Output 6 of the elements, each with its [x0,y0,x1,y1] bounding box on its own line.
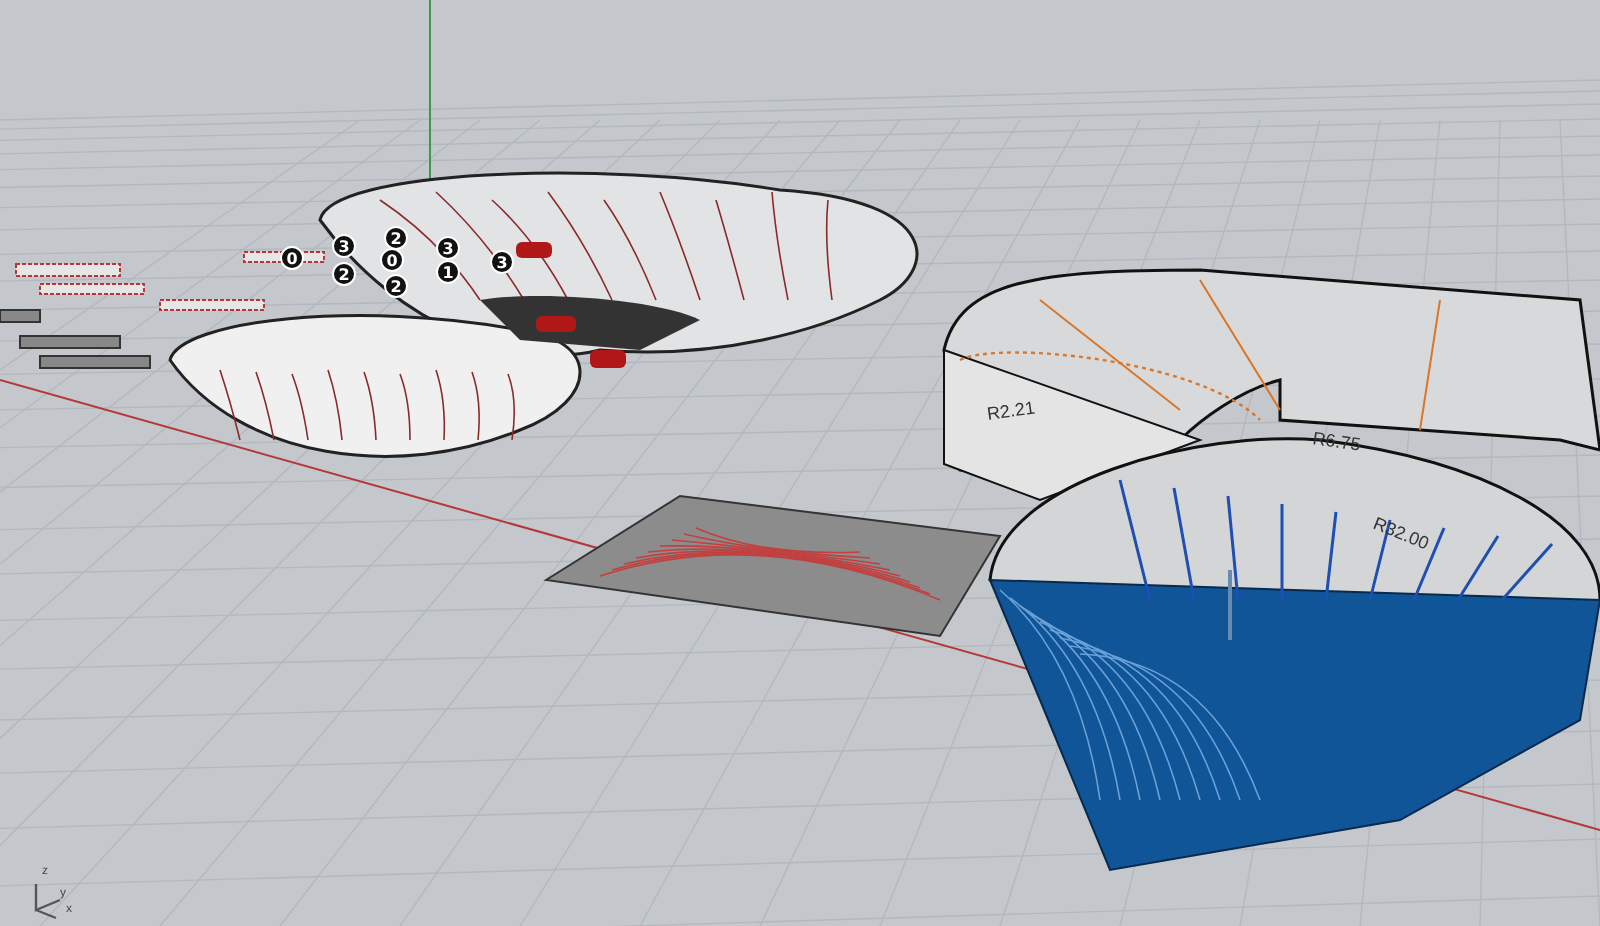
radius-dimension-label: R6.75 [1311,428,1362,455]
clamp-handle [536,316,576,332]
radius-dimension-label: R2.21 [985,397,1037,424]
clamp-handle [516,242,552,258]
axis-indicator-icon [34,882,62,920]
clamp-handle [590,350,626,368]
